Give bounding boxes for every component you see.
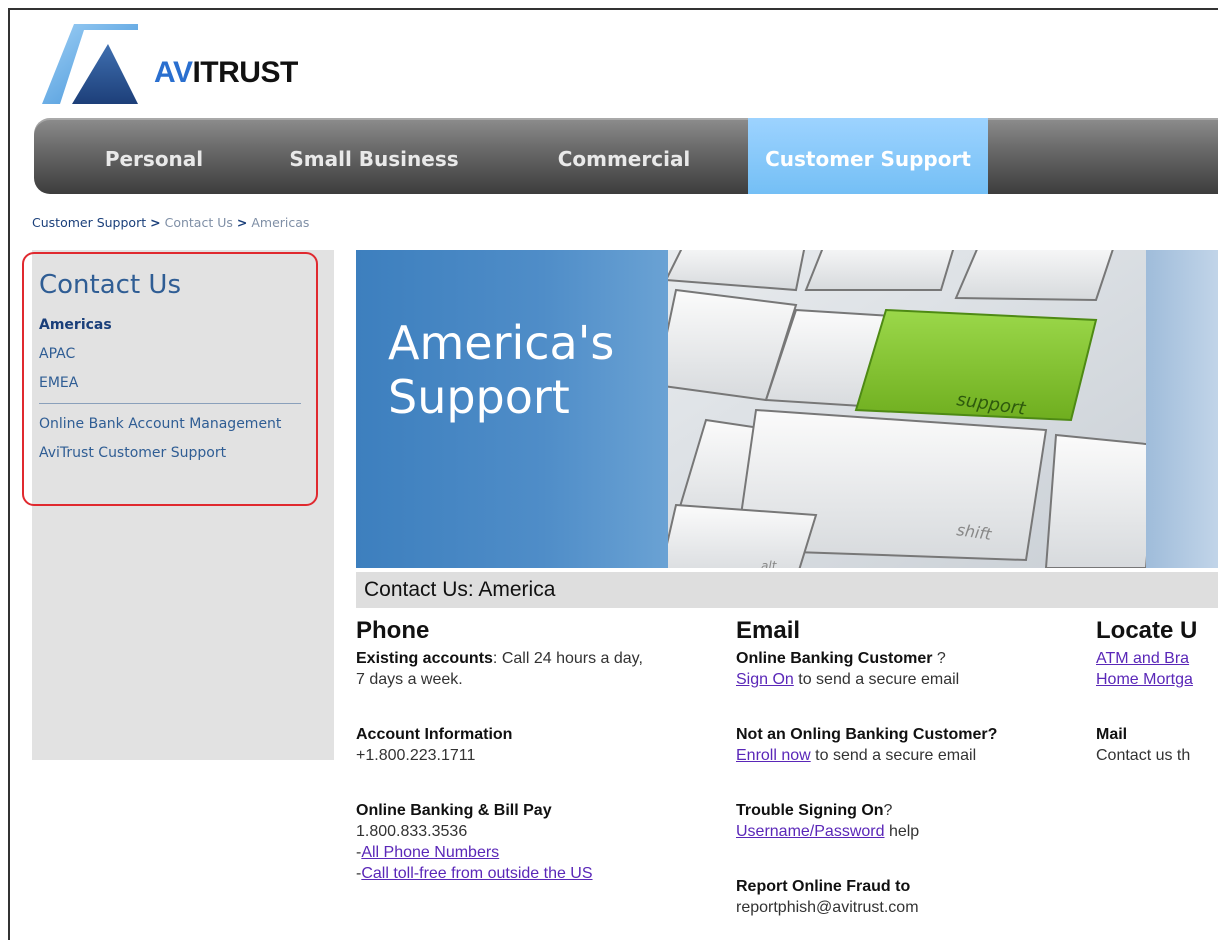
toll-free-line: -Call toll-free from outside the US xyxy=(356,865,593,882)
sign-on-link[interactable]: Sign On xyxy=(736,671,794,688)
main-nav: Personal Small Business Commercial Custo… xyxy=(34,118,1218,194)
home-mortgage-link[interactable]: Home Mortga xyxy=(1096,671,1193,688)
nav-tab-personal[interactable]: Personal xyxy=(74,118,234,194)
atm-branch-link[interactable]: ATM and Bra xyxy=(1096,650,1189,667)
atm-branch-line: ATM and Bra xyxy=(1096,648,1189,669)
key-label-alt: alt xyxy=(761,559,778,568)
banner-title: America's Support xyxy=(388,316,615,424)
trouble-signing-on-title: Trouble Signing On? xyxy=(736,802,893,819)
locate-heading: Locate U xyxy=(1096,617,1198,644)
hero-banner: support shift alt America's Support xyxy=(356,250,1218,568)
nav-tab-small-business[interactable]: Small Business xyxy=(274,118,474,194)
logo-wordmark: AVITRUST xyxy=(154,56,298,89)
username-password-link[interactable]: Username/Password xyxy=(736,823,885,840)
online-banking-customer-text: Online Banking Customer ? xyxy=(736,650,946,667)
enroll-line: Enroll now to send a secure email xyxy=(736,747,977,764)
enroll-now-link[interactable]: Enroll now xyxy=(736,747,811,764)
breadcrumb: Customer Support > Contact Us > Americas xyxy=(32,215,309,230)
sidebar-divider xyxy=(39,403,301,404)
sidebar-item-apac[interactable]: APAC xyxy=(39,346,75,362)
report-fraud-email: reportphish@avitrust.com xyxy=(736,899,919,916)
account-information-title: Account Information xyxy=(356,726,513,743)
toll-free-outside-us-link[interactable]: Call toll-free from outside the US xyxy=(361,865,592,882)
page-frame: AVITRUST Personal Small Business Commerc… xyxy=(8,8,1218,940)
existing-accounts-text-2: 7 days a week. xyxy=(356,671,463,688)
report-fraud-title: Report Online Fraud to xyxy=(736,878,911,895)
phone-heading: Phone xyxy=(356,617,430,644)
existing-accounts-text: Existing accounts: Call 24 hours a day, xyxy=(356,650,643,667)
section-title: Contact Us: America xyxy=(364,578,556,601)
not-online-customer-title: Not an Onling Banking Customer? xyxy=(736,726,998,743)
account-information-number: +1.800.223.1711 xyxy=(356,747,476,764)
email-column: Email Online Banking Customer ? Sign On … xyxy=(736,616,1096,940)
home-mortgage-line: Home Mortga xyxy=(1096,669,1193,690)
avitrust-logo[interactable]: AVITRUST xyxy=(42,24,342,114)
nav-tab-customer-support[interactable]: Customer Support xyxy=(748,118,988,194)
username-password-line: Username/Password help xyxy=(736,823,920,840)
sidebar-item-avitrust-customer-support[interactable]: AviTrust Customer Support xyxy=(39,445,226,461)
breadcrumb-contact-us[interactable]: Contact Us xyxy=(165,215,233,230)
email-heading: Email xyxy=(736,617,801,644)
sidebar-item-online-bank-account-management[interactable]: Online Bank Account Management xyxy=(39,416,281,432)
all-phone-numbers-link[interactable]: All Phone Numbers xyxy=(361,844,499,861)
nav-tab-commercial[interactable]: Commercial xyxy=(534,118,714,194)
banner-right-panel xyxy=(1146,250,1218,568)
mail-title: Mail xyxy=(1096,726,1128,743)
online-banking-bill-pay-number: 1.800.833.3536 xyxy=(356,823,468,840)
breadcrumb-separator: > xyxy=(236,215,248,230)
breadcrumb-separator: > xyxy=(150,215,161,230)
sign-on-line: Sign On to send a secure email xyxy=(736,671,960,688)
sidebar-title: Contact Us xyxy=(39,270,181,300)
mail-text: Contact us th xyxy=(1096,747,1191,764)
online-banking-bill-pay-title: Online Banking & Bill Pay xyxy=(356,802,552,819)
sidebar-item-emea[interactable]: EMEA xyxy=(39,375,78,391)
all-phone-numbers-line: -All Phone Numbers xyxy=(356,844,500,861)
locate-column: Locate U ATM and Bra Home Mortga Mail Co… xyxy=(1096,616,1218,940)
breadcrumb-customer-support[interactable]: Customer Support xyxy=(32,215,146,230)
phone-column: Phone Existing accounts: Call 24 hours a… xyxy=(356,616,736,940)
breadcrumb-americas: Americas xyxy=(251,215,310,230)
sidebar-item-americas[interactable]: Americas xyxy=(39,317,112,333)
logo-mark-icon xyxy=(42,24,138,104)
